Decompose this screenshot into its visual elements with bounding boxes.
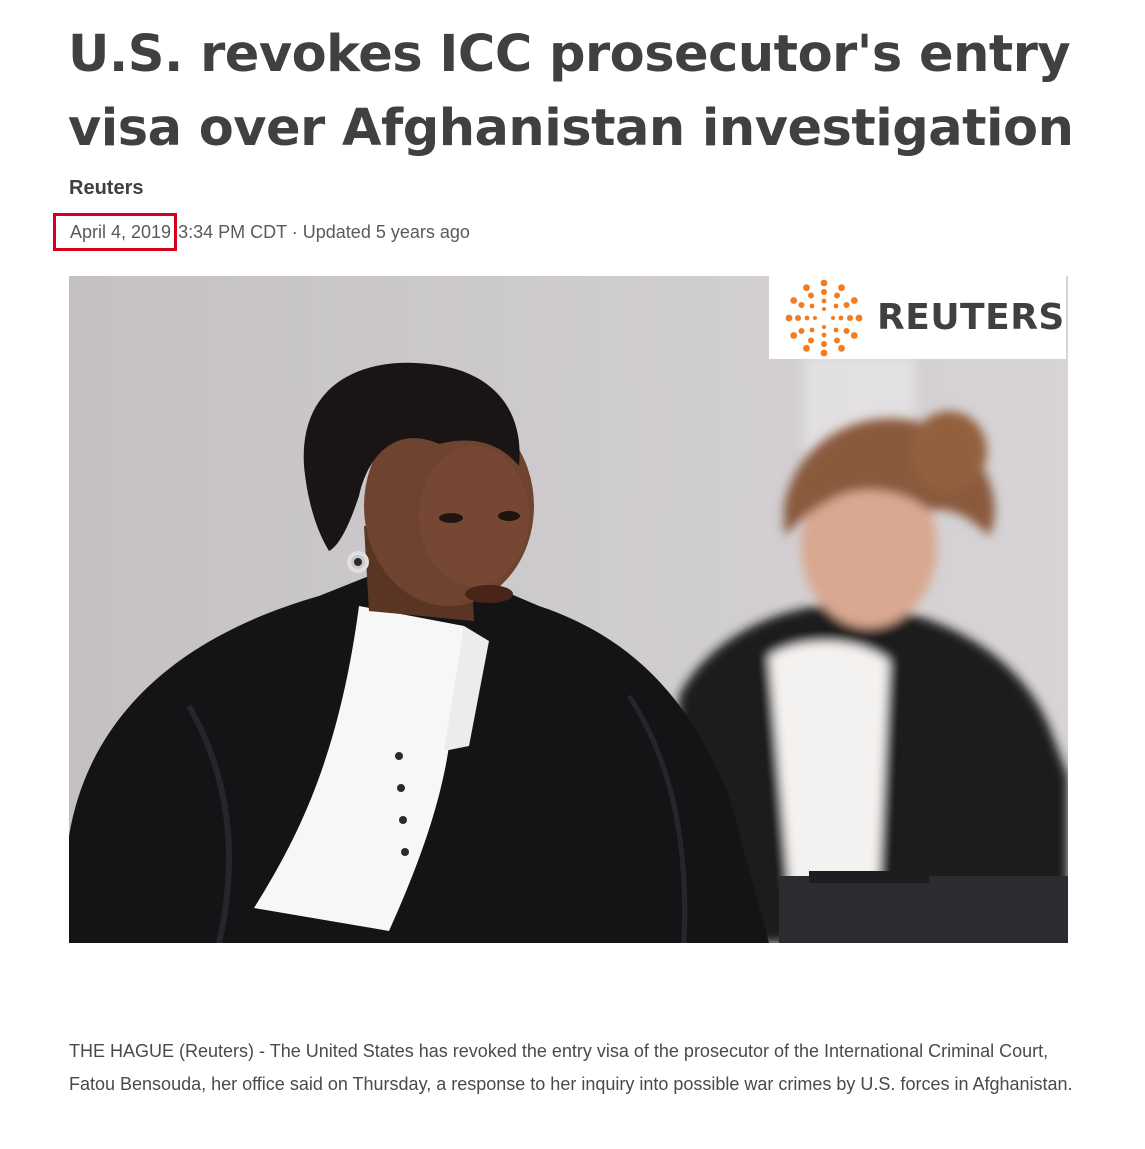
date-highlight-box: April 4, 2019 [53,213,178,251]
publish-time-updated: 3:34 PM CDT · Updated 5 years ago [178,221,470,242]
article-body-paragraph: THE HAGUE (Reuters) - The United States … [69,1041,1073,1094]
publish-date: April 4, 2019 [70,221,172,242]
photo-scene [69,276,1068,943]
byline-source[interactable]: Reuters [69,177,143,200]
article-photo: REUTERS [69,276,1068,943]
article-headline: U.S. revokes ICC prosecutor's entry visa… [68,25,1074,158]
dateline: April 4, 2019 3:34 PM CDT · Updated 5 yea… [53,213,470,251]
reuters-logo-icon [785,279,863,356]
reuters-watermark: REUTERS [769,276,1066,359]
reuters-logo-text: REUTERS [877,297,1065,338]
